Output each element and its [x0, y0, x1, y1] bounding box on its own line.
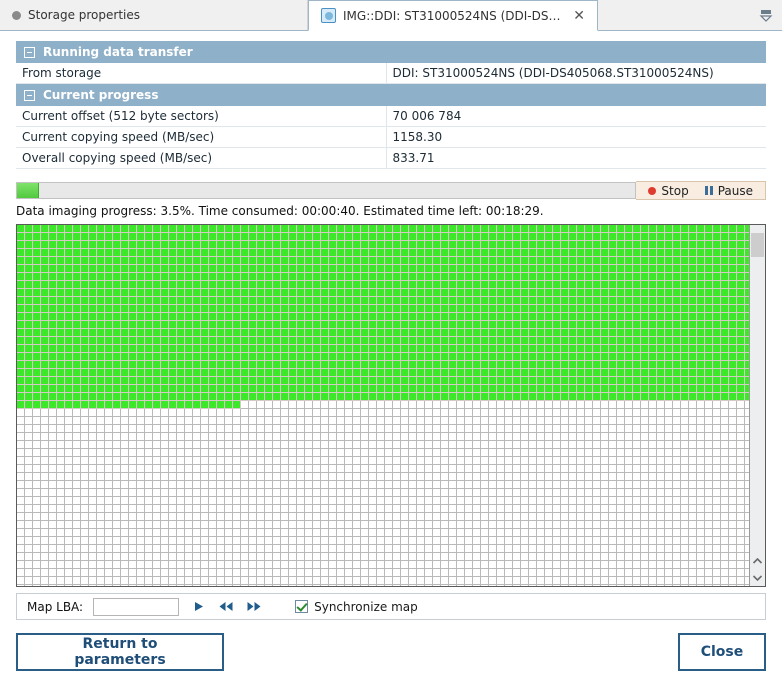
- section-title: Current progress: [43, 88, 159, 102]
- scrollbar-thumb[interactable]: [751, 233, 764, 257]
- minus-icon[interactable]: [24, 47, 35, 58]
- pause-bars-icon: [704, 186, 713, 195]
- checkbox-box[interactable]: [295, 600, 309, 613]
- progress-bar-fill: [17, 183, 39, 198]
- row-label: Current offset (512 byte sectors): [16, 106, 387, 127]
- synchronize-map-checkbox[interactable]: Synchronize map: [295, 600, 418, 614]
- fast-forward-icon[interactable]: [245, 598, 263, 616]
- minus-icon[interactable]: [24, 90, 35, 101]
- tab-storage-properties[interactable]: Storage properties: [0, 0, 308, 30]
- progress-status-text: Data imaging progress: 3.5%. Time consum…: [16, 204, 544, 218]
- bullet-icon: [12, 10, 21, 20]
- sector-map-canvas[interactable]: [17, 225, 749, 586]
- tab-disk-image[interactable]: IMG::DDI: ST31000524NS (DDI-DS405068.ST3…: [308, 0, 598, 31]
- tab-label: IMG::DDI: ST31000524NS (DDI-DS405068.ST3…: [343, 8, 562, 23]
- row-label: From storage: [16, 63, 387, 84]
- close-button[interactable]: Close: [678, 633, 766, 671]
- table-row: Current copying speed (MB/sec) 1158.30: [16, 126, 766, 148]
- chevron-up-icon[interactable]: [750, 552, 765, 569]
- table-row: From storage DDI: ST31000524NS (DDI-DS40…: [16, 63, 766, 84]
- section-header-running-data-transfer[interactable]: Running data transfer: [16, 41, 766, 63]
- sector-map-filled-partial-row: [17, 401, 241, 409]
- row-label: Current copying speed (MB/sec): [16, 126, 387, 148]
- chevron-down-icon[interactable]: [750, 569, 765, 586]
- stop-button-label: Stop: [661, 183, 689, 198]
- pause-button-label: Pause: [717, 183, 753, 198]
- synchronize-map-label: Synchronize map: [314, 599, 418, 614]
- return-to-parameters-button[interactable]: Return to parameters: [16, 633, 224, 671]
- main-content: Running data transfer From storage DDI: …: [0, 31, 782, 620]
- play-icon[interactable]: [189, 598, 207, 616]
- transfer-info-table: Running data transfer From storage DDI: …: [16, 41, 766, 169]
- progress-row: Stop Pause: [16, 181, 766, 200]
- pause-button[interactable]: Pause: [699, 183, 759, 199]
- row-value: 833.71: [386, 147, 766, 169]
- transfer-controls: Stop Pause: [636, 181, 766, 200]
- dialog-footer: Return to parameters Close: [0, 622, 782, 682]
- sector-map-filled-region: [17, 225, 749, 401]
- map-lba-bar: Map LBA: Synchronize map: [16, 593, 766, 620]
- row-value: 70 006 784: [386, 106, 766, 127]
- rewind-icon[interactable]: [217, 598, 235, 616]
- sector-map[interactable]: [16, 224, 766, 587]
- table-row: Overall copying speed (MB/sec) 833.71: [16, 147, 766, 169]
- tab-bar: Storage properties IMG::DDI: ST31000524N…: [0, 0, 782, 31]
- record-dot-icon: [648, 186, 657, 195]
- section-title: Running data transfer: [43, 45, 193, 59]
- map-lba-input[interactable]: [93, 597, 180, 616]
- progress-bar: [16, 182, 637, 199]
- disk-image-icon: [321, 8, 336, 23]
- section-header-current-progress[interactable]: Current progress: [16, 83, 766, 106]
- row-value: DDI: ST31000524NS (DDI-DS405068.ST310005…: [386, 63, 766, 84]
- map-lba-label: Map LBA:: [27, 599, 84, 614]
- close-icon[interactable]: ✕: [573, 9, 585, 23]
- sector-map-scrollbar[interactable]: [749, 225, 765, 586]
- stop-button[interactable]: Stop: [642, 183, 694, 199]
- tab-label: Storage properties: [28, 8, 141, 22]
- row-label: Overall copying speed (MB/sec): [16, 147, 387, 169]
- row-value: 1158.30: [386, 126, 766, 148]
- tab-list-dropdown-icon[interactable]: [756, 6, 776, 24]
- table-row: Current offset (512 byte sectors) 70 006…: [16, 106, 766, 127]
